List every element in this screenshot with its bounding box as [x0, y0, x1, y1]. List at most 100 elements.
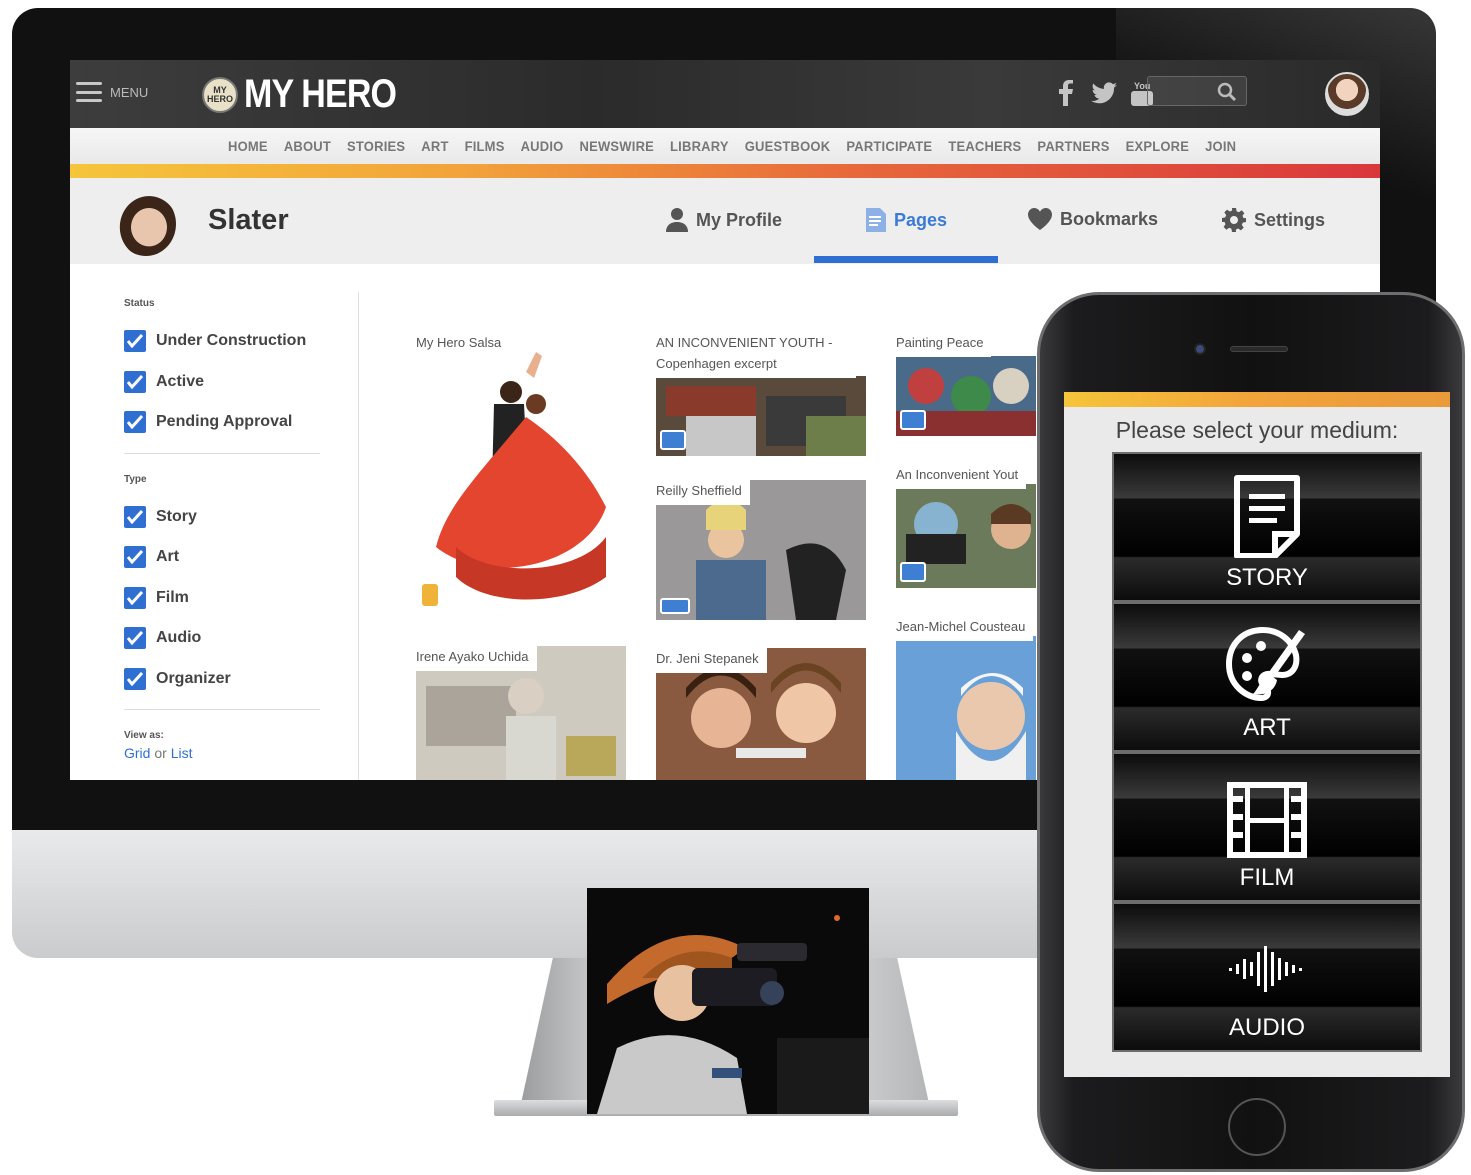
facebook-icon[interactable] — [1052, 78, 1080, 108]
film-strip-icon — [1227, 782, 1307, 858]
checkbox-checked-icon[interactable] — [124, 627, 146, 650]
checkbox-checked-icon[interactable] — [124, 505, 146, 528]
checkbox-checked-icon[interactable] — [124, 330, 146, 353]
profile-avatar — [116, 192, 176, 256]
filter-film[interactable]: Film — [124, 578, 324, 619]
tab-label: Bookmarks — [1060, 208, 1159, 229]
nav-item-newswire[interactable]: NEWSWIRE — [571, 138, 662, 154]
filter-sidebar: Status Under Construction Active Pending… — [124, 298, 324, 761]
filter-art[interactable]: Art — [124, 537, 324, 578]
front-camera — [1194, 343, 1206, 355]
menu-label: MENU — [110, 84, 149, 100]
profile-header: Slater My Profile Pages Bookmarks Settin… — [70, 178, 1380, 264]
logo-badge: MY HERO — [202, 76, 238, 113]
medium-label: STORY — [1226, 564, 1308, 591]
nav-item-partners[interactable]: PARTNERS — [1029, 138, 1117, 154]
view-or-text: or — [150, 745, 171, 761]
nav-item-teachers[interactable]: TEACHERS — [940, 138, 1029, 154]
checkbox-checked-icon[interactable] — [124, 411, 146, 434]
audio-button[interactable]: AUDIO — [1112, 902, 1422, 1052]
phone-color-strip — [1064, 392, 1450, 407]
checkbox-checked-icon[interactable] — [124, 667, 146, 690]
filter-audio[interactable]: Audio — [124, 618, 324, 659]
tab-bookmarks[interactable]: Bookmarks — [1028, 208, 1158, 230]
card-image — [656, 376, 866, 456]
page-card[interactable]: Reilly Sheffield — [656, 480, 866, 620]
page-card[interactable]: AN INCONVENIENT YOUTH - Copenhagen excer… — [656, 332, 866, 456]
card-image — [416, 332, 626, 616]
document-icon — [1234, 475, 1300, 558]
card-image — [896, 636, 1036, 780]
nav-item-audio[interactable]: AUDIO — [513, 138, 572, 154]
nav-item-explore[interactable]: EXPLORE — [1118, 138, 1198, 154]
profile-name: Slater — [208, 204, 289, 236]
sound-wave-icon — [1229, 946, 1302, 992]
checkbox-checked-icon[interactable] — [124, 546, 146, 569]
nav-item-stories[interactable]: STORIES — [339, 138, 413, 154]
filter-organizer[interactable]: Organizer — [124, 659, 324, 700]
twitter-icon[interactable] — [1090, 78, 1118, 108]
film-icon — [900, 410, 926, 430]
page-icon — [866, 208, 886, 232]
checkbox-checked-icon[interactable] — [124, 586, 146, 609]
hamburger-icon — [76, 82, 102, 102]
user-avatar[interactable] — [1325, 72, 1369, 116]
nav-item-about[interactable]: ABOUT — [276, 138, 339, 154]
page-card[interactable]: Jean-Michel Cousteau — [896, 616, 1036, 780]
view-list-link[interactable]: List — [171, 745, 193, 761]
page-card[interactable]: Dr. Jeni Stepanek — [656, 648, 866, 780]
card-title: Irene Ayako Uchida — [416, 646, 537, 671]
page-card[interactable]: Painting Peace — [896, 332, 1036, 436]
mobile-phone: Please select your medium: STORY ART FIL… — [1037, 292, 1465, 1172]
nav-item-films[interactable]: FILMS — [457, 138, 513, 154]
filter-label: Organizer — [156, 669, 231, 687]
tab-my-profile[interactable]: My Profile — [666, 208, 782, 232]
filter-label: Story — [156, 507, 197, 525]
person-icon — [666, 208, 688, 232]
page-card[interactable]: Irene Ayako Uchida — [416, 646, 626, 780]
film-icon — [900, 562, 926, 582]
phone-home-button[interactable] — [1228, 1098, 1286, 1156]
camera-operator-photo — [587, 888, 869, 1114]
status-label: Status — [124, 298, 155, 309]
card-title: Jean-Michel Cousteau — [896, 616, 1034, 641]
medium-label: AUDIO — [1228, 1014, 1305, 1041]
phone-speaker — [1230, 346, 1288, 352]
site-logo[interactable]: MY HERO MY HERO — [202, 72, 423, 117]
card-title: Reilly Sheffield — [656, 480, 750, 505]
tab-pages[interactable]: Pages — [866, 208, 947, 232]
film-button[interactable]: FILM — [1112, 752, 1422, 902]
filter-under-construction[interactable]: Under Construction — [124, 321, 324, 362]
nav-item-art[interactable]: ART — [413, 138, 456, 154]
filter-label: Film — [156, 588, 189, 606]
nav-item-home[interactable]: HOME — [220, 138, 276, 154]
nav-item-guestbook[interactable]: GUESTBOOK — [737, 138, 839, 154]
filter-story[interactable]: Story — [124, 497, 324, 538]
nav-item-library[interactable]: LIBRARY — [662, 138, 737, 154]
gear-icon — [1222, 208, 1246, 232]
story-button[interactable]: STORY — [1112, 452, 1422, 602]
filter-pending-approval[interactable]: Pending Approval — [124, 402, 324, 443]
nav-item-join[interactable]: JOIN — [1197, 138, 1244, 154]
card-title: Dr. Jeni Stepanek — [656, 648, 767, 673]
art-button[interactable]: ART — [1112, 602, 1422, 752]
view-as-label: View as: — [124, 730, 164, 741]
filter-label: Audio — [156, 629, 202, 647]
checkbox-checked-icon[interactable] — [124, 370, 146, 393]
tab-settings[interactable]: Settings — [1222, 208, 1325, 232]
filter-active[interactable]: Active — [124, 362, 324, 403]
tab-label: My Profile — [696, 209, 783, 230]
active-tab-indicator — [814, 256, 998, 263]
page-card[interactable]: An Inconvenient Yout — [896, 464, 1036, 588]
filter-label: Under Construction — [156, 332, 307, 350]
social-links: You — [1052, 78, 1156, 108]
view-toggle: Grid or List — [124, 745, 324, 761]
page-card[interactable]: My Hero Salsa — [416, 332, 626, 616]
nav-item-participate[interactable]: PARTICIPATE — [838, 138, 940, 154]
card-title: AN INCONVENIENT YOUTH - Copenhagen excer… — [656, 332, 856, 378]
search-icon[interactable] — [1215, 80, 1239, 104]
logo-text: MY HERO — [244, 72, 397, 116]
menu-button[interactable]: MENU — [76, 82, 148, 102]
sidebar-divider — [124, 452, 320, 454]
view-grid-link[interactable]: Grid — [124, 745, 150, 761]
